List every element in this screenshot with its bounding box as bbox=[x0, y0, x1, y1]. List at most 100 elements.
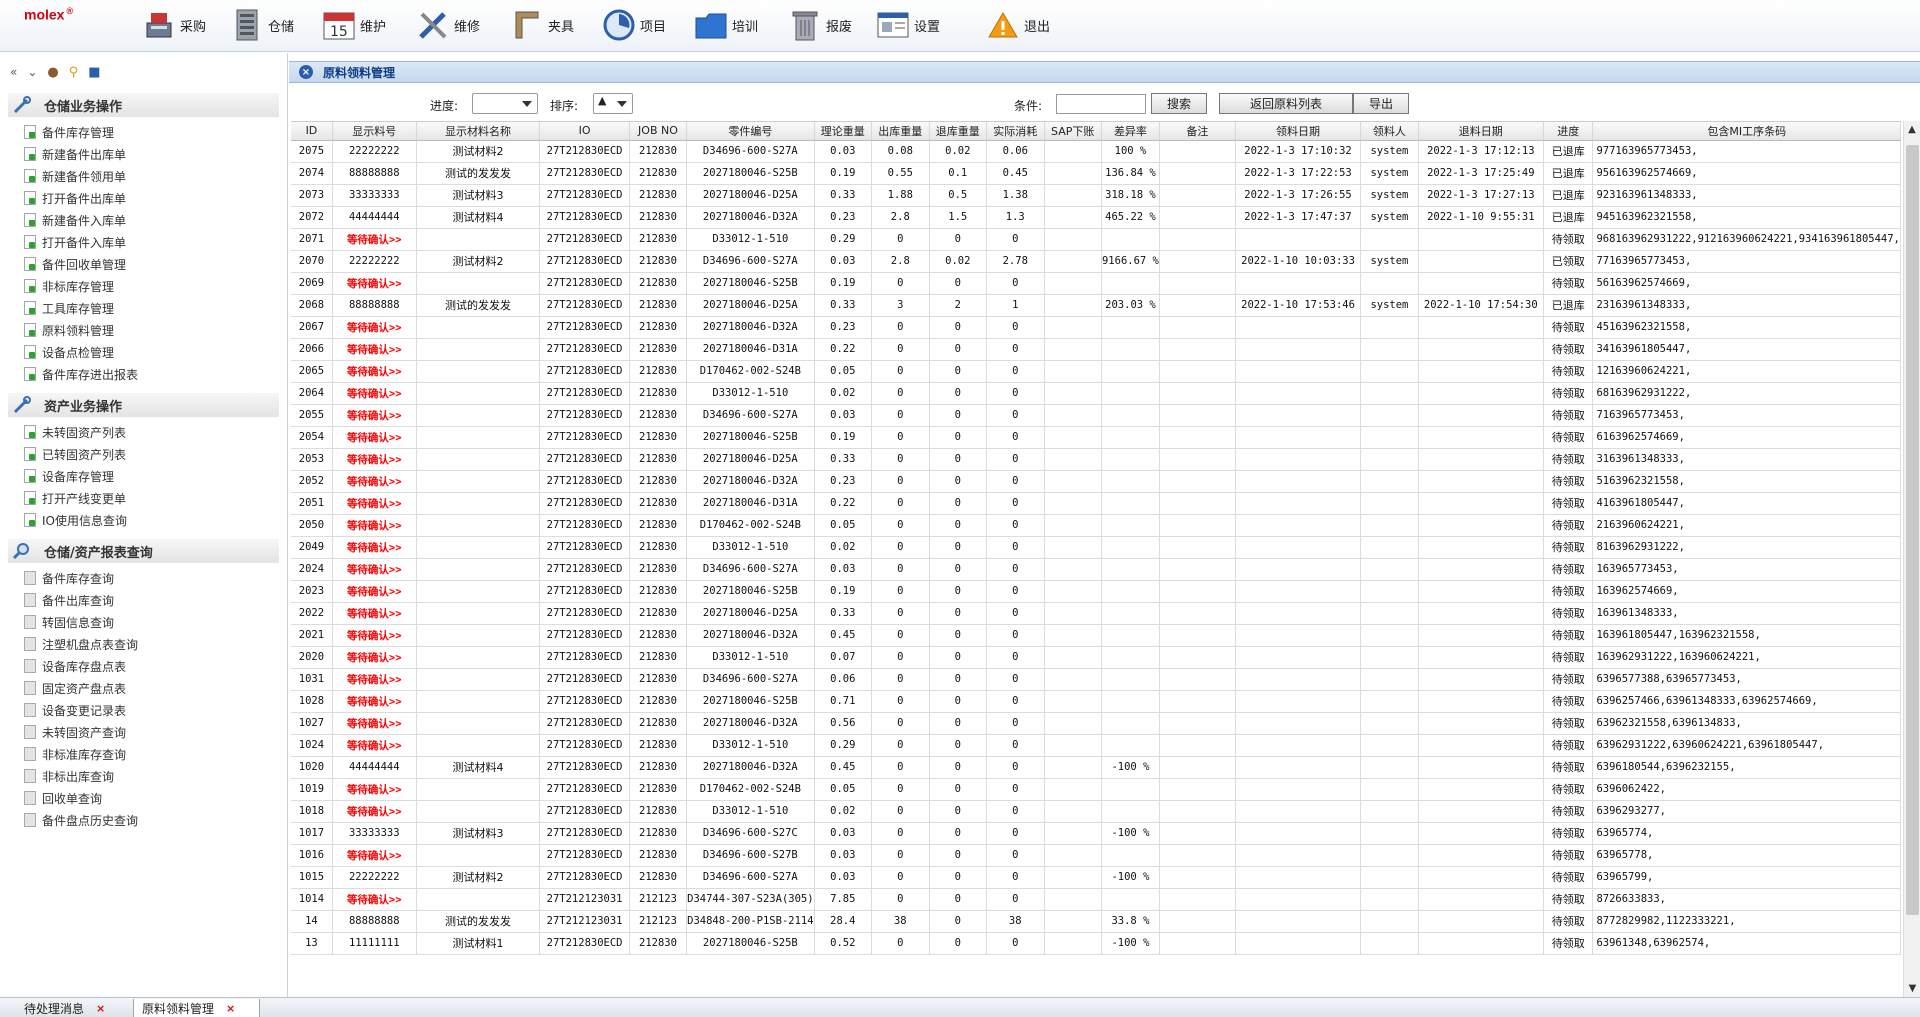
nav-purchase[interactable]: 采购 bbox=[142, 0, 206, 50]
nav-warehouse[interactable]: 仓储 bbox=[230, 0, 294, 50]
column-header[interactable]: 包含MI工序条码 bbox=[1592, 122, 1901, 141]
table-row[interactable]: 1018 等待确认>> 27T212830ECD 212830 D33012-1-510… bbox=[291, 800, 1901, 823]
table-row[interactable]: 1015 22222222 测试材料2 27T212830ECD 212830 D3469… bbox=[291, 866, 1901, 889]
menu-item[interactable]: 非标库存管理 bbox=[24, 275, 287, 297]
table-row[interactable]: 2054 等待确认>> 27T212830ECD 212830 2027180046-S… bbox=[291, 426, 1901, 449]
menu-item[interactable]: 打开备件出库单 bbox=[24, 187, 287, 209]
table-cell[interactable]: 等待确认>> bbox=[332, 844, 417, 867]
table-cell[interactable]: 等待确认>> bbox=[332, 536, 417, 559]
table-cell[interactable]: 等待确认>> bbox=[332, 360, 417, 383]
nav-fixture[interactable]: 夹具 bbox=[510, 0, 574, 50]
column-header[interactable]: JOB NO bbox=[629, 122, 688, 141]
column-header[interactable]: SAP下账 bbox=[1044, 122, 1102, 141]
table-cell[interactable]: 等待确认>> bbox=[332, 800, 417, 823]
menu-item[interactable]: 非标出库查询 bbox=[24, 765, 287, 787]
column-header[interactable]: 显示材料名称 bbox=[416, 122, 541, 141]
menu-item[interactable]: 固定资产盘点表 bbox=[24, 677, 287, 699]
table-row[interactable]: 2021 等待确认>> 27T212830ECD 212830 2027180046-D… bbox=[291, 624, 1901, 647]
table-row[interactable]: 2068 88888888 测试的发发发 27T212830ECD 212830 2027… bbox=[291, 294, 1901, 317]
table-row[interactable]: 1027 等待确认>> 27T212830ECD 212830 2027180046-D… bbox=[291, 712, 1901, 735]
table-cell[interactable]: 等待确认>> bbox=[332, 272, 417, 295]
table-cell[interactable]: 等待确认>> bbox=[332, 382, 417, 405]
table-row[interactable]: 2052 等待确认>> 27T212830ECD 212830 2027180046-D… bbox=[291, 470, 1901, 493]
vertical-scrollbar[interactable]: ▲ ▼ bbox=[1903, 121, 1920, 997]
column-header[interactable]: 领料日期 bbox=[1235, 122, 1362, 141]
menu-item[interactable]: 设备变更记录表 bbox=[24, 699, 287, 721]
message-icon[interactable]: ■ bbox=[88, 65, 100, 80]
progress-select[interactable] bbox=[472, 93, 538, 114]
nav-settings[interactable]: 设置 bbox=[876, 0, 940, 50]
table-row[interactable]: 2024 等待确认>> 27T212830ECD 212830 D34696-600-S… bbox=[291, 558, 1901, 581]
column-header[interactable]: 差异率 bbox=[1101, 122, 1160, 141]
table-cell[interactable]: 等待确认>> bbox=[332, 338, 417, 361]
table-cell[interactable]: 等待确认>> bbox=[332, 580, 417, 603]
table-cell[interactable]: 等待确认>> bbox=[332, 426, 417, 449]
menu-item[interactable]: 备件回收单管理 bbox=[24, 253, 287, 275]
table-cell[interactable]: 等待确认>> bbox=[332, 316, 417, 339]
table-row[interactable]: 2067 等待确认>> 27T212830ECD 212830 2027180046-D… bbox=[291, 316, 1901, 339]
table-row[interactable]: 1019 等待确认>> 27T212830ECD 212830 D170462-002-… bbox=[291, 778, 1901, 801]
table-row[interactable]: 1016 等待确认>> 27T212830ECD 212830 D34696-600-S… bbox=[291, 844, 1901, 867]
menu-item[interactable]: 打开备件入库单 bbox=[24, 231, 287, 253]
menu-item[interactable]: 回收单查询 bbox=[24, 787, 287, 809]
table-row[interactable]: 2074 88888888 测试的发发发 27T212830ECD 212830 2027… bbox=[291, 162, 1901, 185]
menu-item[interactable]: 备件库存进出报表 bbox=[24, 363, 287, 385]
section-asset-ops[interactable]: 资产业务操作 bbox=[8, 393, 279, 417]
menu-item[interactable]: 工具库存管理 bbox=[24, 297, 287, 319]
table-row[interactable]: 2065 等待确认>> 27T212830ECD 212830 D170462-002-… bbox=[291, 360, 1901, 383]
table-row[interactable]: 2073 33333333 测试材料3 27T212830ECD 212830 20271… bbox=[291, 184, 1901, 207]
section-reports[interactable]: 仓储/资产报表查询 bbox=[8, 539, 279, 563]
column-header[interactable]: 零件编号 bbox=[686, 122, 815, 141]
column-header[interactable]: ID bbox=[291, 122, 333, 141]
menu-item[interactable]: 设备库存管理 bbox=[24, 465, 287, 487]
table-row[interactable]: 1024 等待确认>> 27T212830ECD 212830 D33012-1-510… bbox=[291, 734, 1901, 757]
table-row[interactable]: 2071 等待确认>> 27T212830ECD 212830 D33012-1-510… bbox=[291, 228, 1901, 251]
menu-item[interactable]: 原料领料管理 bbox=[24, 319, 287, 341]
table-row[interactable]: 2066 等待确认>> 27T212830ECD 212830 2027180046-D… bbox=[291, 338, 1901, 361]
table-cell[interactable]: 等待确认>> bbox=[332, 778, 417, 801]
table-cell[interactable]: 等待确认>> bbox=[332, 470, 417, 493]
table-row[interactable]: 2050 等待确认>> 27T212830ECD 212830 D170462-002-… bbox=[291, 514, 1901, 537]
table-row[interactable]: 2053 等待确认>> 27T212830ECD 212830 2027180046-D… bbox=[291, 448, 1901, 471]
tab-material-requisition[interactable]: 原料领料管理 × bbox=[134, 999, 260, 1017]
tab-close-icon[interactable]: × bbox=[226, 1002, 235, 1015]
column-header[interactable]: 备注 bbox=[1159, 122, 1236, 141]
table-cell[interactable]: 等待确认>> bbox=[332, 888, 417, 911]
table-row[interactable]: 1020 44444444 测试材料4 27T212830ECD 212830 20271… bbox=[291, 756, 1901, 779]
nav-scrap[interactable]: 报废 bbox=[788, 0, 852, 50]
menu-item[interactable]: IO使用信息查询 bbox=[24, 509, 287, 531]
table-cell[interactable]: 等待确认>> bbox=[332, 492, 417, 515]
table-cell[interactable]: 等待确认>> bbox=[332, 668, 417, 691]
column-header[interactable]: 退料日期 bbox=[1418, 122, 1545, 141]
menu-item[interactable]: 转固信息查询 bbox=[24, 611, 287, 633]
column-header[interactable]: 退库重量 bbox=[929, 122, 988, 141]
table-row[interactable]: 1031 等待确认>> 27T212830ECD 212830 D34696-600-S… bbox=[291, 668, 1901, 691]
table-row[interactable]: 2051 等待确认>> 27T212830ECD 212830 2027180046-D… bbox=[291, 492, 1901, 515]
menu-item[interactable]: 备件库存管理 bbox=[24, 121, 287, 143]
tab-close-icon[interactable]: × bbox=[96, 1002, 105, 1015]
table-cell[interactable]: 等待确认>> bbox=[332, 734, 417, 757]
menu-item[interactable]: 非标准库存查询 bbox=[24, 743, 287, 765]
table-row[interactable]: 13 11111111 测试材料1 27T212830ECD 212830 2027180… bbox=[291, 932, 1901, 955]
table-row[interactable]: 2049 等待确认>> 27T212830ECD 212830 D33012-1-510… bbox=[291, 536, 1901, 559]
scroll-up-icon[interactable]: ▲ bbox=[1904, 121, 1920, 138]
nav-exit[interactable]: 退出 bbox=[986, 0, 1050, 50]
menu-item[interactable]: 备件盘点历史查询 bbox=[24, 809, 287, 831]
collapse-down-icon[interactable]: ⌄ bbox=[27, 65, 37, 79]
menu-item[interactable]: 设备点检管理 bbox=[24, 341, 287, 363]
column-header[interactable]: 领料人 bbox=[1360, 122, 1419, 141]
nav-maintenance[interactable]: 15 维护 bbox=[322, 0, 386, 50]
table-cell[interactable]: 等待确认>> bbox=[332, 404, 417, 427]
menu-item[interactable]: 备件出库查询 bbox=[24, 589, 287, 611]
section-warehouse-ops[interactable]: 仓储业务操作 bbox=[8, 93, 279, 117]
menu-item[interactable]: 打开产线变更单 bbox=[24, 487, 287, 509]
sort-select[interactable]: ▲ bbox=[593, 93, 633, 114]
table-cell[interactable]: 等待确认>> bbox=[332, 712, 417, 735]
menu-item[interactable]: 新建备件入库单 bbox=[24, 209, 287, 231]
menu-item[interactable]: 备件库存查询 bbox=[24, 567, 287, 589]
menu-item[interactable]: 设备库存盘点表 bbox=[24, 655, 287, 677]
table-row[interactable]: 14 88888888 测试的发发发 27T212123031 212123 D34848… bbox=[291, 910, 1901, 933]
collapse-left-icon[interactable]: « bbox=[10, 65, 17, 79]
table-row[interactable]: 1028 等待确认>> 27T212830ECD 212830 2027180046-S… bbox=[291, 690, 1901, 713]
menu-item[interactable]: 已转固资产列表 bbox=[24, 443, 287, 465]
